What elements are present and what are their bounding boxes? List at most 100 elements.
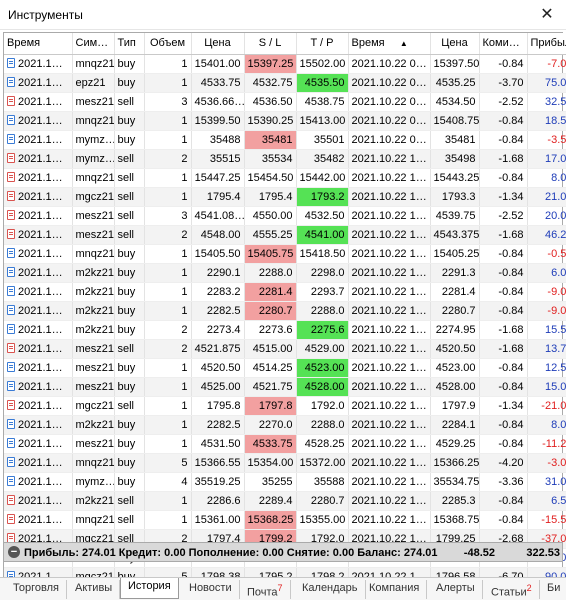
- cell-tp: 2275.6: [296, 320, 349, 340]
- tab-more[interactable]: Би: [540, 580, 566, 599]
- column-header-close-time[interactable]: Время ▲: [348, 33, 431, 55]
- cell-sl: 4532.75: [244, 73, 297, 93]
- cell-symbol: mnqz21: [72, 111, 115, 131]
- cell-symbol: mymz…: [72, 472, 115, 492]
- table-row[interactable]: 2021.1… mesz21 sell 3 4541.08… 4550.00 4532.50…: [4, 206, 566, 226]
- table-row[interactable]: 2021.1… m2kz21 buy 1 2290.1 2288.0 2298.0 2021.…: [4, 263, 566, 283]
- cell-close-time: 2021.10.22 1…: [348, 396, 431, 416]
- table-row[interactable]: 2021.1… mesz21 sell 2 4521.875 4515.00 4529.00…: [4, 339, 566, 359]
- cell-tp: 35501: [296, 130, 349, 150]
- column-header-price[interactable]: Цена: [191, 33, 245, 55]
- cell-commission: -0.84: [479, 358, 528, 378]
- cell-commission: -4.20: [479, 453, 528, 473]
- cell-sl: 2281.4: [244, 282, 297, 302]
- cell-time: 2021.1…: [4, 510, 73, 530]
- table-row[interactable]: 2021.1… mnqz21 sell 1 15447.25 15454.50 15442.…: [4, 168, 566, 188]
- cell-close-price: 15443.25: [430, 168, 480, 188]
- cell-tp: 15413.00: [296, 111, 349, 131]
- cell-tp: 1793.2: [296, 187, 349, 207]
- cell-symbol: mesz21: [72, 434, 115, 454]
- cell-volume: 1: [144, 491, 192, 511]
- cell-price: 2283.2: [191, 282, 245, 302]
- sell-deal-icon: [7, 95, 15, 106]
- table-row[interactable]: 2021.1… mymz… sell 2 35515 35534 35482 2021.10.…: [4, 149, 566, 169]
- table-row[interactable]: 2021.1… m2kz21 buy 1 2282.5 2280.7 2288.0 2021.…: [4, 301, 566, 321]
- table-row[interactable]: 2021.1… m2kz21 buy 1 2282.5 2270.0 2288.0 2021.…: [4, 415, 566, 435]
- table-row[interactable]: 2021.1… mnqz21 buy 1 15399.50 15390.25 15413.0…: [4, 111, 566, 131]
- cell-profit: 13.75: [527, 339, 566, 359]
- cell-volume: 1: [144, 73, 192, 93]
- cell-close-time: 2021.10.22 0…: [348, 73, 431, 93]
- cell-sl: 2288.0: [244, 263, 297, 283]
- tab-trade[interactable]: Торговля: [6, 580, 67, 599]
- table-row[interactable]: 2021.1… mesz21 buy 1 4525.00 4521.75 4528.00 20…: [4, 377, 566, 397]
- cell-commission: -0.84: [479, 282, 528, 302]
- summary-text: Прибыль: 274.01 Кредит: 0.00 Пополнение:…: [24, 547, 438, 559]
- cell-price: 4533.75: [191, 73, 245, 93]
- tab-assets[interactable]: Активы: [68, 580, 121, 599]
- cell-price: 15366.55: [191, 453, 245, 473]
- collapse-icon[interactable]: −: [8, 546, 20, 558]
- buy-deal-icon: [7, 456, 15, 467]
- tab-calendar[interactable]: Календарь: [295, 580, 366, 599]
- table-row[interactable]: 2021.1… mnqz21 buy 5 15366.55 15354.00 15372.0…: [4, 453, 566, 473]
- tab-alerts[interactable]: Алерты: [429, 580, 483, 599]
- column-header-volume[interactable]: Объем: [144, 33, 192, 55]
- cell-price: 2290.1: [191, 263, 245, 283]
- cell-type: buy: [114, 54, 145, 74]
- table-row[interactable]: 2021.1… mesz21 sell 3 4536.66… 4536.50 4538.75…: [4, 92, 566, 112]
- tab-company[interactable]: Компания: [362, 580, 428, 599]
- cell-sl: 15390.25: [244, 111, 297, 131]
- cell-price: 4536.66…: [191, 92, 245, 112]
- open-time: 2021.1…: [18, 399, 63, 412]
- cell-close-price: 2285.3: [430, 491, 480, 511]
- column-header-commission[interactable]: Коми…: [479, 33, 528, 55]
- column-header-type[interactable]: Тип: [114, 33, 145, 55]
- table-row[interactable]: 2021.1… epz21 buy 1 4533.75 4532.75 4535.50 202…: [4, 73, 566, 93]
- cell-volume: 1: [144, 358, 192, 378]
- table-row[interactable]: 2021.1… mnqz21 sell 1 15361.00 15368.25 15355.…: [4, 510, 566, 530]
- tab-articles[interactable]: Статьи2: [484, 580, 540, 599]
- buy-deal-icon: [7, 304, 15, 315]
- column-header-close-price[interactable]: Цена: [430, 33, 480, 55]
- table-row[interactable]: 2021.1… mymz… buy 4 35519.25 35255 35588 2021.1…: [4, 472, 566, 492]
- column-header-symbol[interactable]: Сим…: [72, 33, 115, 55]
- cell-price: 35488: [191, 130, 245, 150]
- column-header-profit[interactable]: Прибыль: [527, 33, 566, 55]
- table-row[interactable]: 2021.1… mesz21 buy 1 4520.50 4514.25 4523.00 20…: [4, 358, 566, 378]
- tab-history[interactable]: История: [120, 578, 179, 599]
- cell-price: 2282.5: [191, 415, 245, 435]
- open-time: 2021.1…: [18, 133, 63, 146]
- cell-symbol: m2kz21: [72, 282, 115, 302]
- column-header-sl[interactable]: S / L: [244, 33, 297, 55]
- table-row[interactable]: 2021.1… mesz21 sell 2 4548.00 4555.25 4541.00 2…: [4, 225, 566, 245]
- cell-commission: -3.70: [479, 73, 528, 93]
- table-row[interactable]: 2021.1… mgcz21 sell 1 1795.4 1795.4 1793.2 2021…: [4, 187, 566, 207]
- column-header-tp[interactable]: T / P: [296, 33, 349, 55]
- cell-close-time: 2021.10.22 0…: [348, 130, 431, 150]
- table-row[interactable]: 2021.1… mymz… buy 1 35488 35481 35501 2021.10.2…: [4, 130, 566, 150]
- sort-ascending-icon: ▲: [399, 39, 408, 49]
- table-row[interactable]: 2021.1… mgcz21 sell 1 1795.8 1797.8 1792.0 2021…: [4, 396, 566, 416]
- tab-mail[interactable]: Почта7: [240, 580, 291, 599]
- table-row[interactable]: 2021.1… mesz21 buy 1 4531.50 4533.75 4528.25 20…: [4, 434, 566, 454]
- cell-tp: 15418.50: [296, 244, 349, 264]
- table-row[interactable]: 2021.1… mnqz21 buy 1 15405.50 15405.75 15418.5…: [4, 244, 566, 264]
- open-time: 2021.1…: [18, 304, 63, 317]
- cell-commission: -0.84: [479, 434, 528, 454]
- table-row[interactable]: 2021.1… m2kz21 sell 1 2286.6 2289.4 2280.7 2021…: [4, 491, 566, 511]
- tab-news[interactable]: Новости: [182, 580, 240, 599]
- table-row[interactable]: 2021.1… m2kz21 buy 1 2283.2 2281.4 2293.7 2021.…: [4, 282, 566, 302]
- cell-price: 4531.50: [191, 434, 245, 454]
- cell-symbol: mesz21: [72, 225, 115, 245]
- cell-price: 1795.4: [191, 187, 245, 207]
- table-row[interactable]: 2021.1… mnqz21 buy 1 15401.00 15397.25 15502.0…: [4, 54, 566, 74]
- cell-volume: 1: [144, 168, 192, 188]
- close-icon[interactable]: ✕: [536, 4, 558, 26]
- cell-close-price: 2274.95: [430, 320, 480, 340]
- cell-volume: 1: [144, 377, 192, 397]
- column-header-time[interactable]: Время: [4, 33, 73, 55]
- cell-tp: 4541.00: [296, 225, 349, 245]
- cell-price: 15447.25: [191, 168, 245, 188]
- table-row[interactable]: 2021.1… m2kz21 buy 2 2273.4 2273.6 2275.6 2021.…: [4, 320, 566, 340]
